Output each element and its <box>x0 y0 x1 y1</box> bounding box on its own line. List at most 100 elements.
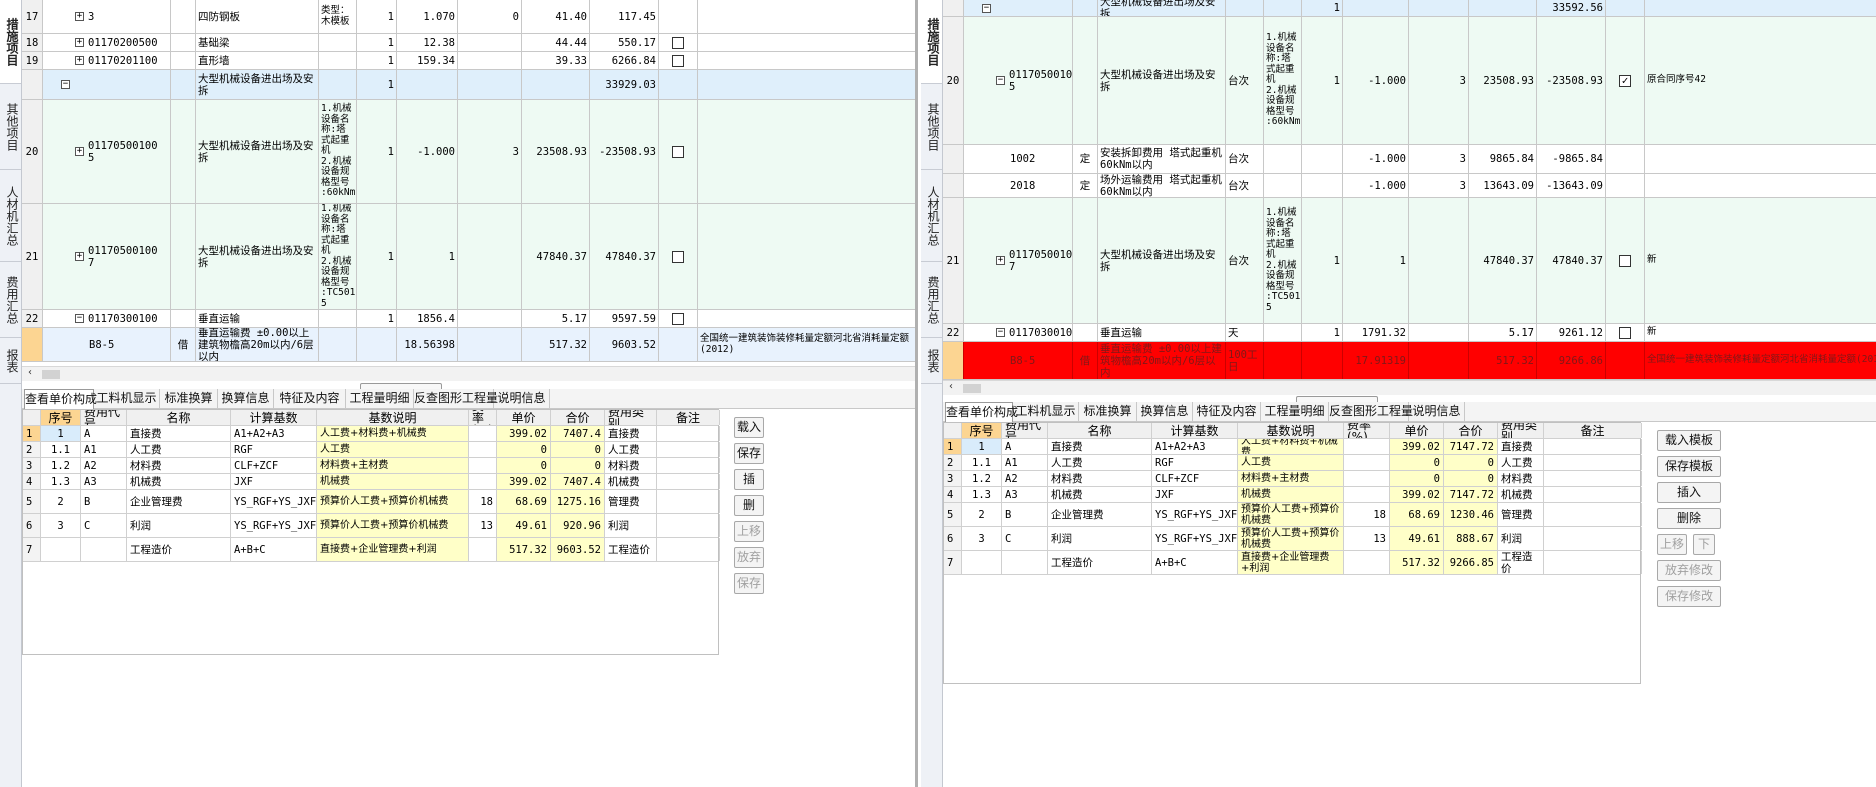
item-type[interactable] <box>1073 0 1098 16</box>
cost-total[interactable]: 7147.72 <box>1444 487 1498 502</box>
cost-row[interactable]: 1 1 A 直接费 A1+A2+A3 人工费+材料费+机械费 399.02 7407.4 直接费 <box>23 426 720 442</box>
cost-row[interactable]: 6 3 C 利润 YS_RGF+YS_JXF 预算价人工费+预算价机械费 13 49.61 92… <box>23 514 720 538</box>
item-unit-price[interactable]: 23508.93 <box>522 100 590 203</box>
item-count[interactable] <box>1409 198 1469 323</box>
item-remark[interactable]: 全国统一建筑装饰装修耗量定额河北省消耗量定额(2012) <box>698 328 915 361</box>
item-unit-price[interactable]: 23508.93 <box>1469 17 1537 144</box>
cost-name[interactable]: 直接费 <box>127 426 231 441</box>
item-spec[interactable]: 1.机械 设备名 称:塔 式起重 机 2.机械 设备规 格型号 :TC501 5 <box>1264 198 1302 323</box>
cost-total[interactable]: 9603.52 <box>551 538 605 561</box>
cost-unit-price[interactable]: 68.69 <box>1390 503 1444 526</box>
item-qty[interactable]: 1 <box>357 52 397 69</box>
item-total[interactable]: -23508.93 <box>590 100 659 203</box>
table-row[interactable]: B8-5 借垂直运输费 ±0.00以上建筑物檐高20m以内/6层以内 100工日 17… <box>943 342 1876 380</box>
cost-note[interactable] <box>657 442 720 457</box>
item-count[interactable]: 3 <box>1409 174 1469 197</box>
cost-code[interactable]: A2 <box>1002 471 1048 486</box>
cost-category[interactable]: 直接费 <box>1498 439 1544 454</box>
item-spec[interactable]: 类型： 木模板 <box>319 0 357 33</box>
item-remark[interactable] <box>698 52 915 69</box>
cost-unit-price[interactable]: 0 <box>497 458 551 473</box>
item-quantity[interactable]: 1856.4 <box>397 310 458 327</box>
scroll-left-icon[interactable]: ‹ <box>949 381 953 392</box>
column-header[interactable]: 基数说明 <box>317 410 469 425</box>
item-name[interactable]: 大型机械设备进出场及安拆 <box>1098 0 1226 16</box>
cost-rate[interactable] <box>469 442 497 457</box>
cost-rate[interactable] <box>1344 487 1390 502</box>
cost-base-desc[interactable]: 直接费+企业管理费+利润 <box>1238 551 1344 574</box>
item-unit-price[interactable]: 517.32 <box>522 328 590 361</box>
code-cell[interactable]: −01170500100 5 <box>964 17 1073 144</box>
cost-name[interactable]: 机械费 <box>1048 487 1152 502</box>
cost-base-desc[interactable]: 直接费+企业管理费+利润 <box>317 538 469 561</box>
column-header[interactable]: 序号 <box>962 423 1002 438</box>
column-header[interactable]: 费率(%) <box>469 410 497 425</box>
tab-8[interactable]: 说明信息 <box>494 389 550 409</box>
include-checkbox[interactable] <box>672 36 684 49</box>
cost-rate[interactable] <box>469 474 497 489</box>
tab-7[interactable]: 反查图形工程量 <box>1329 402 1413 422</box>
column-header[interactable]: 费用类别 <box>1498 423 1544 438</box>
cost-note[interactable] <box>657 426 720 441</box>
cost-code[interactable]: C <box>81 514 127 537</box>
item-quantity[interactable]: 12.38 <box>397 34 458 51</box>
code-cell[interactable]: − <box>964 0 1073 16</box>
cost-unit-price[interactable]: 399.02 <box>1390 487 1444 502</box>
cost-row[interactable]: 7 工程造价 A+B+C 直接费+企业管理费+利润 517.32 9603.52 工程造价 <box>23 538 720 562</box>
expand-icon[interactable]: + <box>75 38 84 47</box>
item-total[interactable]: 33929.03 <box>590 70 659 99</box>
cost-total[interactable]: 0 <box>551 442 605 457</box>
item-unit-price[interactable]: 47840.37 <box>522 204 590 309</box>
cost-base[interactable]: YS_RGF+YS_JXF <box>1152 503 1238 526</box>
cost-category[interactable]: 管理费 <box>1498 503 1544 526</box>
cost-base-desc[interactable]: 人工费+材料费+机械费 <box>1238 439 1344 454</box>
column-header[interactable]: 费用代号 <box>81 410 127 425</box>
item-qty[interactable]: 1 <box>1302 0 1343 16</box>
item-remark[interactable]: 原合同序号42 <box>1645 17 1876 144</box>
item-qty[interactable]: 1 <box>357 310 397 327</box>
item-unit-price[interactable]: 9865.84 <box>1469 145 1537 173</box>
item-total[interactable]: -9865.84 <box>1537 145 1606 173</box>
side-tab[interactable]: 报表 <box>921 338 942 384</box>
cost-code[interactable]: A <box>81 426 127 441</box>
tab-5[interactable]: 特征及内容 <box>1193 402 1261 422</box>
cost-seq[interactable]: 2 <box>41 490 81 513</box>
include-checkbox[interactable] <box>1619 326 1631 339</box>
item-qty[interactable] <box>357 328 397 361</box>
cost-rate[interactable] <box>469 426 497 441</box>
item-quantity[interactable]: -1.000 <box>1343 17 1409 144</box>
cost-name[interactable]: 企业管理费 <box>127 490 231 513</box>
table-row[interactable]: 2018 定场外运输费用 塔式起重机 60kNm以内 台次 -1.000 3 13643.… <box>943 174 1876 198</box>
include-checkbox[interactable] <box>672 312 684 325</box>
column-header[interactable]: 序号 <box>41 410 81 425</box>
code-cell[interactable]: B8-5 <box>43 328 171 361</box>
item-total[interactable]: 47840.37 <box>1537 198 1606 323</box>
cost-rate[interactable] <box>469 458 497 473</box>
horizontal-scrollbar[interactable]: ‹ <box>943 380 1876 395</box>
cost-note[interactable] <box>1544 439 1642 454</box>
code-cell[interactable]: +01170500100 7 <box>43 204 171 309</box>
item-unit[interactable] <box>1226 0 1264 16</box>
item-remark[interactable] <box>698 0 915 33</box>
include-checkbox[interactable] <box>672 54 684 67</box>
item-type[interactable] <box>1073 17 1098 144</box>
item-name[interactable]: 场外运输费用 塔式起重机 60kNm以内 <box>1098 174 1226 197</box>
tab-5[interactable]: 特征及内容 <box>274 389 346 409</box>
cost-total[interactable]: 0 <box>551 458 605 473</box>
item-remark[interactable] <box>1645 174 1876 197</box>
item-unit[interactable]: 台次 <box>1226 198 1264 323</box>
cost-name[interactable]: 材料费 <box>127 458 231 473</box>
item-quantity[interactable]: 1 <box>397 204 458 309</box>
column-header[interactable]: 费用代号 <box>1002 423 1048 438</box>
cost-category[interactable]: 人工费 <box>1498 455 1544 470</box>
expand-icon[interactable]: + <box>75 56 84 65</box>
item-quantity[interactable]: -1.000 <box>1343 145 1409 173</box>
horizontal-scrollbar[interactable]: ‹ <box>22 366 915 381</box>
cost-name[interactable]: 人工费 <box>127 442 231 457</box>
cost-total[interactable]: 1230.46 <box>1444 503 1498 526</box>
item-count[interactable] <box>458 34 522 51</box>
column-header[interactable]: 名称 <box>1048 423 1152 438</box>
cost-total[interactable]: 0 <box>1444 455 1498 470</box>
item-total[interactable]: 6266.84 <box>590 52 659 69</box>
table-row[interactable]: 20−01170500100 5 大型机械设备进出场及安拆 台次 1.机械 设备名 称… <box>943 17 1876 145</box>
